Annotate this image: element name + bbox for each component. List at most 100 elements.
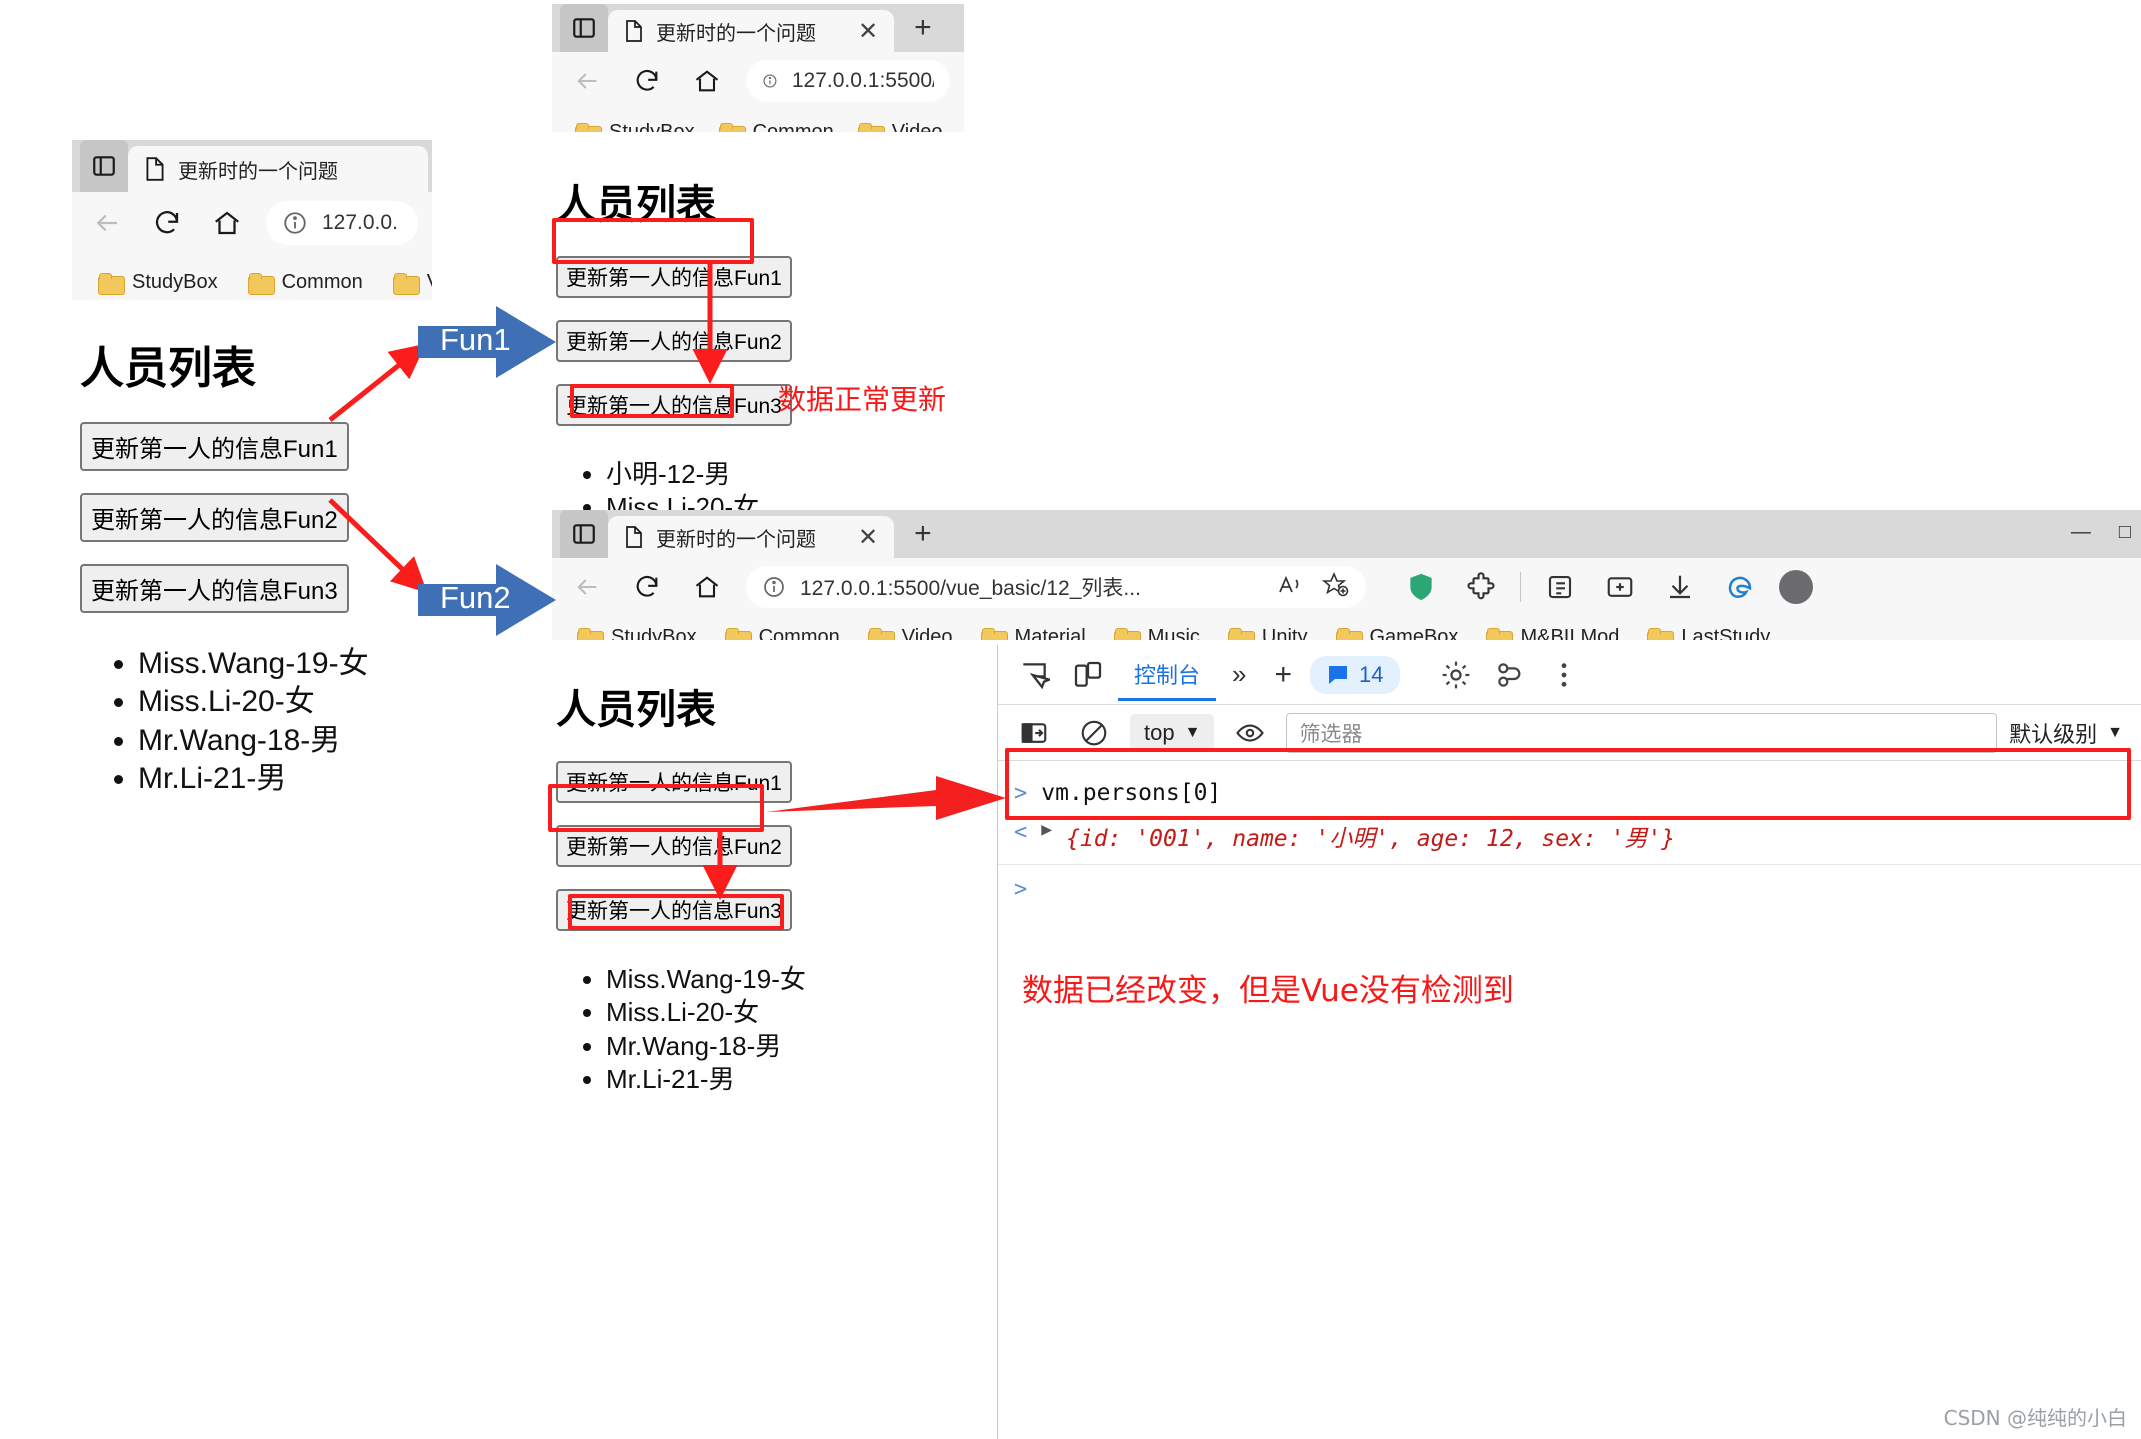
bookmark-item[interactable]: Materia [958, 121, 964, 132]
bookmark-item[interactable]: GameBox [1325, 626, 1470, 640]
folder-icon [1335, 627, 1363, 640]
console-prompt-line[interactable]: > [998, 871, 2141, 910]
tab-strip-bottom: 更新时的一个问题 ✕ + — □ [552, 510, 2141, 558]
more-options-icon[interactable] [1540, 653, 1588, 697]
reload-icon[interactable] [626, 566, 668, 608]
customize-devtools-icon[interactable] [1486, 653, 1534, 697]
address-bar-middle[interactable]: 127.0.0.1:5500/vue_ba [746, 60, 950, 102]
home-icon[interactable] [686, 566, 728, 608]
info-icon [764, 577, 784, 597]
bookmark-label: Vide [427, 271, 432, 294]
bookmark-item[interactable]: Video [857, 626, 964, 640]
log-level-selector[interactable]: 默认级别 ▼ [2009, 717, 2129, 749]
favorite-icon[interactable] [1321, 571, 1350, 603]
page-title-bottom: 人员列表 [556, 687, 716, 733]
message-icon [1329, 665, 1348, 684]
browser-window-left: 更新时的一个问题 127.0.0. StudyBox Common [72, 140, 432, 300]
bookmark-label: Video [901, 626, 953, 640]
update-first-person-fun3-button[interactable]: 更新第一人的信息Fun3 [556, 384, 792, 426]
back-icon[interactable] [566, 566, 608, 608]
read-aloud-icon[interactable] [1278, 573, 1304, 602]
bookmark-item[interactable]: Common [714, 626, 851, 640]
close-icon[interactable]: ✕ [828, 523, 878, 552]
update-first-person-fun1-button[interactable]: 更新第一人的信息Fun1 [556, 256, 792, 298]
update-first-person-fun2-button[interactable]: 更新第一人的信息Fun2 [556, 320, 792, 362]
tab-strip-middle: 更新时的一个问题 ✕ + [552, 4, 964, 52]
browser-tab-middle[interactable]: 更新时的一个问题 ✕ [608, 10, 895, 52]
nav-bar-bottom: 127.0.0.1:5500/vue_basic/12_列表... [552, 558, 2141, 616]
home-icon[interactable] [206, 202, 248, 244]
flow-arrow-fun1-label: Fun1 [440, 322, 511, 357]
inspect-element-icon[interactable] [1010, 653, 1058, 697]
reload-icon[interactable] [626, 60, 668, 102]
folder-icon [577, 627, 604, 640]
maximize-button[interactable]: □ [2119, 521, 2131, 544]
new-tab-button[interactable]: + [894, 4, 952, 52]
console-output[interactable]: > vm.persons[0] < ▶ {id: '001', name: '小… [998, 761, 2141, 1439]
address-bar-left[interactable]: 127.0.0. [266, 201, 418, 245]
bookmark-item[interactable]: Common [236, 271, 375, 295]
browser-tab-bottom[interactable]: 更新时的一个问题 ✕ [608, 516, 895, 558]
tab-title-left: 更新时的一个问题 [178, 160, 338, 183]
bookmark-item[interactable]: StudyBox [86, 271, 230, 295]
folder-icon [247, 272, 275, 295]
more-tabs-button[interactable]: » [1222, 659, 1256, 690]
bookmark-item[interactable]: Music [1103, 626, 1211, 640]
downloads-icon[interactable] [1659, 566, 1701, 608]
update-first-person-fun1-button[interactable]: 更新第一人的信息Fun1 [556, 761, 792, 803]
bookmark-item[interactable]: StudyBox [566, 121, 704, 132]
update-first-person-fun2-button[interactable]: 更新第一人的信息Fun2 [556, 825, 792, 867]
folder-icon [718, 122, 746, 132]
edge-logo-icon[interactable] [1719, 566, 1761, 608]
result-arrow-icon: < [1014, 819, 1028, 845]
bookmark-item[interactable]: Material [970, 626, 1097, 640]
bookmark-label: Common [752, 121, 834, 132]
sidebar-toggle-icon[interactable] [80, 140, 128, 192]
collections-icon[interactable] [1539, 566, 1581, 608]
bookmark-label: Video [891, 121, 943, 132]
update-first-person-fun3-button[interactable]: 更新第一人的信息Fun3 [556, 889, 792, 931]
bookmark-item[interactable]: StudyBox [566, 626, 708, 640]
bookmark-item[interactable]: LastStudy [1636, 626, 1781, 640]
add-tab-button[interactable]: + [1262, 658, 1304, 692]
bookmark-item[interactable]: Common [710, 121, 843, 132]
live-expression-icon[interactable] [1226, 711, 1274, 755]
reload-icon[interactable] [146, 202, 188, 244]
address-bar-bottom[interactable]: 127.0.0.1:5500/vue_basic/12_列表... [746, 566, 1366, 608]
bookmark-item[interactable]: M&BII Mod [1475, 626, 1630, 640]
nav-bar-left: 127.0.0. [72, 192, 432, 254]
browser-tab-left[interactable]: 更新时的一个问题 [128, 146, 428, 192]
bookmark-item[interactable]: Video [849, 121, 952, 132]
list-item: 小明-12-男 [606, 458, 956, 491]
extensions-icon[interactable] [1460, 566, 1502, 608]
tab-console[interactable]: 控制台 [1118, 648, 1217, 701]
clear-console-icon[interactable] [1070, 711, 1118, 755]
device-toolbar-icon[interactable] [1064, 653, 1112, 697]
console-sidebar-icon[interactable] [1010, 711, 1058, 755]
sidebar-toggle-icon[interactable] [560, 510, 608, 558]
add-favorite-icon[interactable] [1599, 566, 1641, 608]
bookmark-label: StudyBox [132, 271, 218, 293]
message-count-badge[interactable]: 14 [1310, 655, 1400, 694]
settings-gear-icon[interactable] [1432, 653, 1480, 697]
home-icon[interactable] [686, 60, 728, 102]
close-icon[interactable]: ✕ [828, 17, 878, 46]
update-first-person-fun2-button[interactable]: 更新第一人的信息Fun2 [80, 493, 349, 542]
sidebar-toggle-icon[interactable] [560, 4, 608, 52]
bookmark-label: StudyBox [611, 626, 697, 640]
bookmarks-bar-left: StudyBox Common Vide [72, 254, 432, 300]
back-icon[interactable] [566, 60, 608, 102]
bookmark-item[interactable]: Vide [381, 271, 432, 295]
avatar[interactable] [1779, 570, 1813, 604]
new-tab-button[interactable]: + [894, 510, 952, 558]
minimize-button[interactable]: — [2071, 521, 2091, 544]
filter-input[interactable]: 筛选器 [1286, 712, 1998, 753]
execution-context-selector[interactable]: top ▼ [1130, 713, 1215, 752]
back-icon[interactable] [86, 202, 128, 244]
shield-icon[interactable] [1400, 566, 1442, 608]
expand-triangle-icon[interactable]: ▶ [1041, 819, 1052, 840]
bookmark-item[interactable]: Unity [1217, 626, 1319, 640]
tab-title-middle: 更新时的一个问题 [656, 22, 816, 45]
update-first-person-fun1-button[interactable]: 更新第一人的信息Fun1 [80, 422, 349, 471]
update-first-person-fun3-button[interactable]: 更新第一人的信息Fun3 [80, 564, 349, 613]
